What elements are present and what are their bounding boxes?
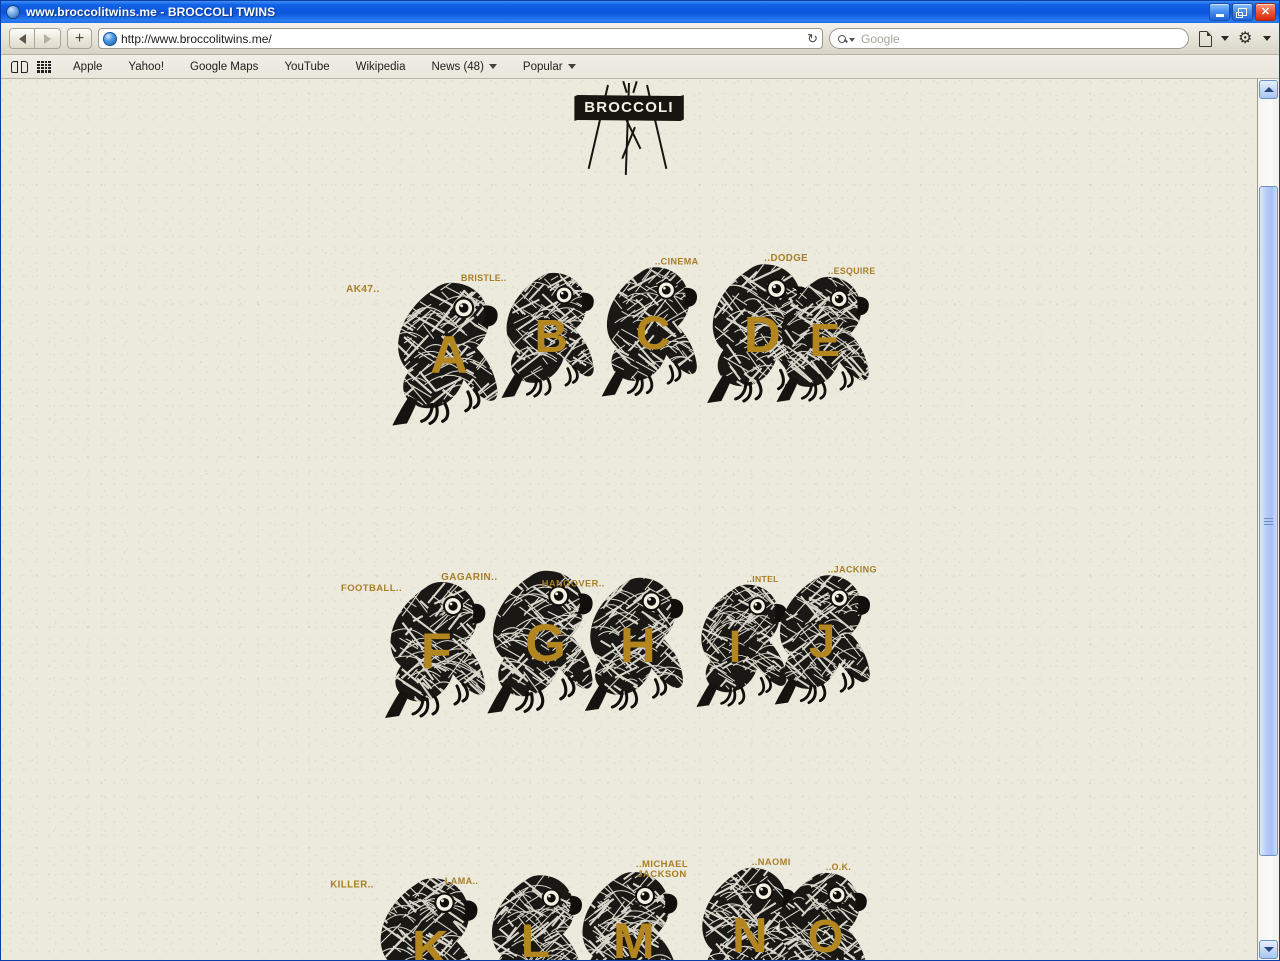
bookmark-google-maps[interactable]: Google Maps (177, 61, 271, 73)
chevron-down-icon (567, 64, 576, 69)
bookmark-label: Google Maps (190, 60, 259, 73)
forward-button[interactable] (35, 28, 61, 49)
bird-letter-e[interactable]: ..ESQUIRE E (771, 264, 881, 402)
bookmarks-bar: Apple Yahoo! Google Maps YouTube Wikiped… (1, 55, 1279, 79)
bookmark-label: Wikipedia (355, 60, 406, 73)
bookmark-youtube[interactable]: YouTube (271, 61, 342, 73)
search-placeholder: Google (861, 31, 900, 46)
chevron-up-icon (1263, 87, 1274, 92)
forward-arrow-icon (44, 33, 51, 44)
scrollbar-track[interactable] (1258, 100, 1279, 939)
bird-letter-c[interactable]: ..CINEMA C (596, 254, 710, 397)
logo-signboard: BROCCOLI (574, 95, 684, 121)
bird-letter-glyph: B (534, 310, 568, 363)
bookmark-label: Popular (522, 60, 563, 73)
top-sites-button[interactable] (37, 60, 60, 73)
bird-row: UFO..U ..VOODOOV ..WARPW X-FILES..X ..YA… (1, 854, 1257, 960)
address-bar-url: http://www.broccolitwins.me/ (121, 31, 272, 46)
site-favicon-icon (103, 31, 117, 46)
show-all-bookmarks-button[interactable] (11, 60, 37, 73)
maximize-button[interactable] (1232, 3, 1253, 21)
bird-letter-glyph: E (809, 314, 841, 367)
browser-window: www.broccolitwins.me - BROCCOLI TWINS ✕ … (0, 0, 1280, 961)
search-field[interactable]: Google (829, 28, 1189, 49)
address-bar[interactable]: http://www.broccolitwins.me/ ↻ (98, 28, 823, 49)
bird-letter-a[interactable]: AK47.. A (346, 268, 512, 426)
site-logo[interactable]: BROCCOLI (1, 81, 1257, 178)
new-tab-button[interactable]: + (67, 28, 92, 49)
page-menu-icon[interactable] (1199, 30, 1212, 47)
bookmark-popular[interactable]: Popular (510, 61, 589, 73)
bird-row: PACMAN..P ..QUEENQ ROCK..R ..SNOWS ..TOP… (1, 704, 1257, 854)
bird-label: AK47.. (346, 283, 380, 296)
viewport: BROCCOLI AK47.. A BRISTLE.. B ..CINEMA C ..… (1, 79, 1279, 960)
scrollbar-grip-icon (1264, 516, 1273, 527)
scroll-down-button[interactable] (1259, 940, 1278, 959)
bookmark-news[interactable]: News (48) (419, 61, 510, 73)
reload-icon[interactable]: ↻ (807, 31, 818, 47)
back-button[interactable] (9, 28, 35, 49)
bird-label: ..ESQUIRE (828, 266, 876, 277)
search-dropdown-icon[interactable] (849, 37, 855, 42)
bird-row: AK47.. A BRISTLE.. B ..CINEMA C ..DODGE D ..… (1, 253, 1257, 426)
window-app-icon (6, 5, 20, 19)
bookmark-wikipedia[interactable]: Wikipedia (343, 61, 419, 73)
settings-chevron-down-icon[interactable] (1263, 36, 1271, 41)
bird-label: BRISTLE.. (461, 273, 507, 284)
title-bar: www.broccolitwins.me - BROCCOLI TWINS ✕ (1, 1, 1279, 23)
bookmark-label: News (48) (431, 60, 484, 73)
bird-label: ..CINEMA (654, 256, 699, 268)
bookmark-apple[interactable]: Apple (60, 61, 115, 73)
close-icon: ✕ (1260, 5, 1271, 18)
window-title: www.broccolitwins.me - BROCCOLI TWINS (26, 5, 276, 19)
bird-letter-glyph: A (430, 325, 469, 385)
bird-label: ..DODGE (764, 253, 809, 265)
chevron-down-icon (1263, 947, 1274, 952)
gear-icon[interactable]: ⚙ (1238, 30, 1254, 47)
chevron-down-icon (488, 64, 497, 69)
navigation-buttons (9, 28, 61, 49)
book-icon (11, 60, 28, 73)
bird-row: FOOTBALL.. F GAGARIN.. G HANGOVER.. H ..INT… (1, 404, 1257, 718)
back-arrow-icon (18, 33, 26, 44)
grid-icon (37, 60, 51, 73)
bookmark-yahoo[interactable]: Yahoo! (115, 61, 177, 73)
bird-row: KILLER.. K LAMA.. L ..MICHAEL JACKSON M ..N… (1, 554, 1257, 960)
alphabet-bird-grid: AK47.. A BRISTLE.. B ..CINEMA C ..DODGE D ..… (1, 254, 1257, 960)
web-page-content: BROCCOLI AK47.. A BRISTLE.. B ..CINEMA C ..… (1, 79, 1257, 960)
scroll-up-button[interactable] (1259, 80, 1278, 99)
bookmark-label: Apple (73, 60, 103, 73)
maximize-icon (1236, 8, 1247, 18)
bookmark-label: Yahoo! (128, 60, 165, 73)
close-button[interactable]: ✕ (1255, 3, 1276, 21)
bird-letter-glyph: C (635, 306, 671, 360)
bookmark-label: YouTube (284, 60, 330, 73)
page-menu-chevron-down-icon[interactable] (1221, 36, 1229, 41)
browser-toolbar: + http://www.broccolitwins.me/ ↻ Google … (1, 23, 1279, 55)
bird-letter-b[interactable]: BRISTLE.. B (461, 260, 606, 398)
toolbar-right-actions: ⚙ (1195, 30, 1271, 47)
search-icon (838, 34, 846, 43)
minimize-icon (1215, 13, 1224, 17)
scrollbar-thumb[interactable] (1259, 186, 1278, 856)
window-controls: ✕ (1209, 3, 1276, 21)
minimize-button[interactable] (1209, 3, 1230, 21)
vertical-scrollbar[interactable] (1257, 79, 1279, 960)
